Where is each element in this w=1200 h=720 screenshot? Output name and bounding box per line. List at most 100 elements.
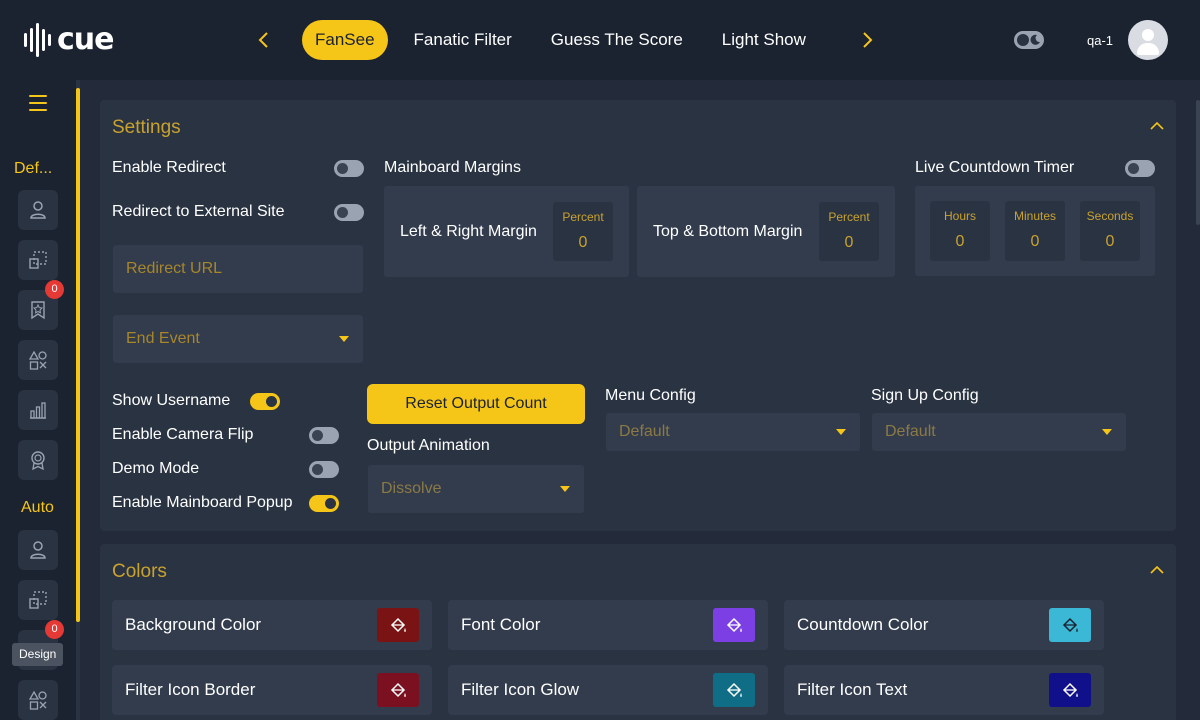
color-card-background: Background Color xyxy=(112,600,432,650)
color-label: Background Color xyxy=(125,615,262,634)
color-swatch[interactable] xyxy=(1049,608,1091,642)
paint-bucket-icon xyxy=(1062,617,1078,633)
caret-down-icon xyxy=(1102,429,1112,435)
output-animation-select[interactable]: Dissolve xyxy=(368,465,584,513)
shapes-icon xyxy=(28,350,47,370)
menu-icon[interactable] xyxy=(29,95,47,113)
sidebar-item-users-auto[interactable] xyxy=(18,530,58,570)
sidebar-group-default[interactable]: Def... xyxy=(14,160,52,178)
award-icon xyxy=(31,451,45,471)
chevron-up-icon[interactable] xyxy=(1149,118,1165,134)
signup-config-value: Default xyxy=(885,423,936,440)
sidebar-item-users[interactable] xyxy=(18,190,58,230)
sidebar-item-design[interactable] xyxy=(18,340,58,380)
paint-bucket-icon xyxy=(726,617,742,633)
sidebar-item-layout-auto[interactable] xyxy=(18,580,58,620)
tab-fansee[interactable]: FanSee xyxy=(302,20,388,60)
mainboard-popup-toggle[interactable] xyxy=(309,495,339,512)
enable-redirect-toggle[interactable] xyxy=(334,160,364,177)
tab-fanatic-filter[interactable]: Fanatic Filter xyxy=(401,20,525,60)
sidebar-group-auto[interactable]: Auto xyxy=(21,499,54,517)
countdown-box: Hours 0 Minutes 0 Seconds 0 xyxy=(915,186,1155,276)
camera-flip-toggle[interactable] xyxy=(309,427,339,444)
redirect-external-label: Redirect to External Site xyxy=(112,203,285,220)
minutes-input[interactable]: Minutes 0 xyxy=(1005,201,1065,261)
color-card-font: Font Color xyxy=(448,600,768,650)
camera-flip-label: Enable Camera Flip xyxy=(112,426,254,443)
sidebar-item-layout[interactable] xyxy=(18,240,58,280)
menu-config-value: Default xyxy=(619,423,670,440)
user-icon xyxy=(30,541,46,559)
output-animation-label: Output Animation xyxy=(367,437,490,454)
moon-icon xyxy=(1030,34,1040,45)
redirect-external-toggle[interactable] xyxy=(334,204,364,221)
output-animation-value: Dissolve xyxy=(381,480,442,497)
color-swatch[interactable] xyxy=(713,673,755,707)
logo-text: cue xyxy=(57,22,114,57)
color-label: Filter Icon Glow xyxy=(461,680,580,699)
paint-bucket-icon xyxy=(390,617,406,633)
crop-icon xyxy=(29,251,47,269)
demo-mode-toggle[interactable] xyxy=(309,461,339,478)
sidebar-item-analytics[interactable] xyxy=(18,390,58,430)
color-card-filter-icon-text: Filter Icon Text xyxy=(784,665,1104,715)
tab-guess-the-score[interactable]: Guess The Score xyxy=(538,20,696,60)
seconds-input[interactable]: Seconds 0 xyxy=(1080,201,1140,261)
theme-toggle[interactable] xyxy=(1014,31,1044,49)
mainboard-margins-label: Mainboard Margins xyxy=(384,159,521,176)
user-icon xyxy=(30,201,46,219)
sidebar-item-design-auto[interactable] xyxy=(18,680,58,720)
chevron-right-icon[interactable] xyxy=(855,28,879,52)
mainboard-popup-label: Enable Mainboard Popup xyxy=(112,494,293,511)
feature-tabs: FanSee Fanatic Filter Guess The Score Li… xyxy=(302,20,832,60)
menu-config-select[interactable]: Default xyxy=(606,413,860,451)
color-swatch[interactable] xyxy=(377,673,419,707)
minutes-value: 0 xyxy=(1030,233,1040,250)
hours-label: Hours xyxy=(943,209,976,223)
reset-output-count-button[interactable]: Reset Output Count xyxy=(367,384,585,424)
cue-logo[interactable]: cue xyxy=(24,22,114,57)
user-avatar-icon xyxy=(1142,29,1154,41)
redirect-url-input[interactable]: Redirect URL xyxy=(113,245,363,293)
left-right-margin-input[interactable]: Percent 0 xyxy=(553,202,613,261)
caret-down-icon xyxy=(560,486,570,492)
color-swatch[interactable] xyxy=(1049,673,1091,707)
main-scrollbar-thumb[interactable] xyxy=(1196,100,1200,225)
color-label: Countdown Color xyxy=(797,615,929,634)
sidebar-item-awards[interactable] xyxy=(18,440,58,480)
colors-title: Colors xyxy=(112,561,167,582)
ribbon-icon xyxy=(31,301,45,320)
color-swatch[interactable] xyxy=(713,608,755,642)
color-card-countdown: Countdown Color xyxy=(784,600,1104,650)
tooltip: Design xyxy=(12,643,64,666)
top-bottom-margin-input[interactable]: Percent 0 xyxy=(819,202,879,261)
enable-redirect-label: Enable Redirect xyxy=(112,159,226,176)
hours-input[interactable]: Hours 0 xyxy=(930,201,990,261)
paint-bucket-icon xyxy=(1062,682,1078,698)
top-bottom-unit: Percent xyxy=(828,210,870,224)
end-event-value: End Event xyxy=(126,330,200,347)
color-swatch[interactable] xyxy=(377,608,419,642)
left-right-unit: Percent xyxy=(562,210,604,224)
avatar[interactable] xyxy=(1128,20,1168,60)
chevron-left-icon[interactable] xyxy=(252,28,276,52)
top-bar: cue FanSee Fanatic Filter Guess The Scor… xyxy=(0,0,1200,80)
sidebar-item-rewards[interactable]: 0 xyxy=(18,280,64,330)
signup-config-select[interactable]: Default xyxy=(872,413,1126,451)
left-right-margin-label: Left & Right Margin xyxy=(400,223,537,240)
show-username-toggle[interactable] xyxy=(250,393,280,410)
caret-down-icon xyxy=(339,336,349,342)
minutes-label: Minutes xyxy=(1013,209,1057,223)
seconds-label: Seconds xyxy=(1086,209,1134,223)
menu-config-label: Menu Config xyxy=(605,387,696,404)
tab-light-show[interactable]: Light Show xyxy=(709,20,819,60)
end-event-select[interactable]: End Event xyxy=(113,315,363,363)
countdown-toggle[interactable] xyxy=(1125,160,1155,177)
chevron-up-icon[interactable] xyxy=(1149,562,1165,578)
color-card-filter-icon-glow: Filter Icon Glow xyxy=(448,665,768,715)
demo-mode-label: Demo Mode xyxy=(112,460,200,477)
top-bottom-value: 0 xyxy=(844,234,854,251)
hours-value: 0 xyxy=(955,233,965,250)
username: qa-1 xyxy=(1087,33,1114,48)
caret-down-icon xyxy=(836,429,846,435)
